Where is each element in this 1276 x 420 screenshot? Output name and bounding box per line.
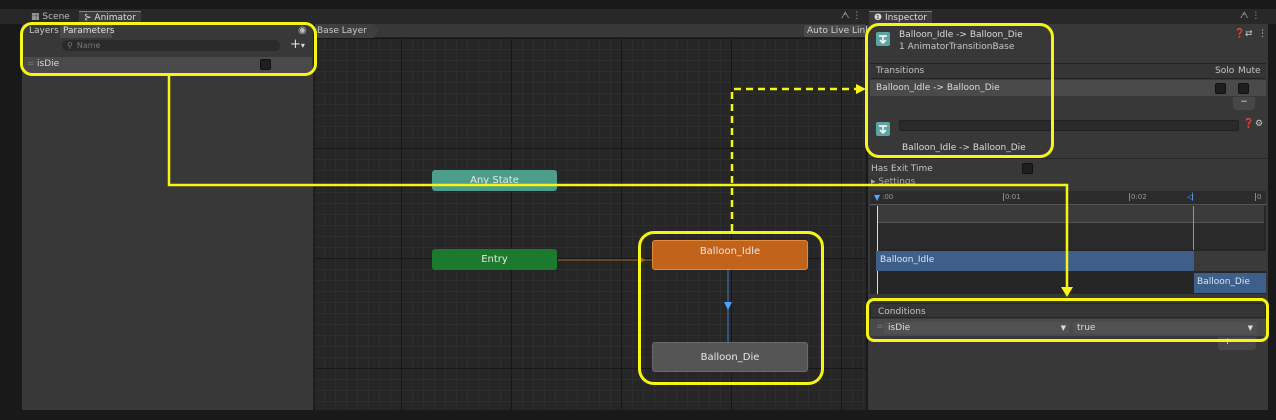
condition-add-remove: + − xyxy=(1218,337,1256,350)
mute-checkbox[interactable] xyxy=(1238,83,1249,94)
grid-icon: ▦ xyxy=(31,12,43,22)
balloon-die-clip-bar[interactable]: Balloon_Die xyxy=(1194,273,1266,293)
conditions-header: Conditions xyxy=(870,303,1266,318)
transition-sub-icon xyxy=(875,121,891,137)
balloon-idle-state[interactable]: Balloon_Idle xyxy=(652,240,808,270)
entry-node[interactable]: Entry xyxy=(432,249,557,270)
eye-icon[interactable]: ◉ xyxy=(298,25,307,36)
tab-inspector[interactable]: ❶ Inspector xyxy=(869,11,932,24)
tab-bar xyxy=(0,9,1276,24)
transition-end-marker-icon[interactable]: ◁▏ xyxy=(1187,193,1198,201)
entry-transition-arrow xyxy=(638,256,646,264)
tick-3: 0 xyxy=(1255,193,1262,201)
graph-header xyxy=(315,24,866,38)
tick-1: 0:01 xyxy=(1003,193,1021,201)
inspector-lock-icon[interactable]: ᗅ ⋮ xyxy=(1240,11,1260,21)
idle-clip-tail xyxy=(1194,251,1266,271)
mute-label: Mute xyxy=(1238,66,1261,76)
remove-transition-button[interactable]: − xyxy=(1233,97,1255,110)
tab-scene[interactable]: ▦ Scene xyxy=(26,11,75,24)
animator-left-panel xyxy=(22,24,314,410)
transition-icon xyxy=(875,31,891,47)
divider xyxy=(868,158,1268,159)
parameter-name[interactable]: isDie xyxy=(37,59,59,69)
solo-checkbox[interactable] xyxy=(1215,83,1226,94)
inspector-title: Balloon_Idle -> Balloon_Die xyxy=(899,30,1023,40)
dropdown-arrow-icon: ▼ xyxy=(1247,324,1253,332)
transition-name-field[interactable] xyxy=(899,120,1239,131)
has-exit-time-checkbox[interactable] xyxy=(1022,163,1033,174)
idle-to-die-transition-arrow xyxy=(724,302,732,310)
parameter-search-field[interactable]: ⚲ Name xyxy=(62,40,280,51)
add-condition-button[interactable]: + xyxy=(1224,337,1232,350)
timeline-ruler[interactable] xyxy=(870,191,1266,205)
remove-condition-button[interactable]: − xyxy=(1243,337,1251,350)
help-icon[interactable]: ❓ xyxy=(1234,29,1245,39)
animator-icon: ⊱ xyxy=(84,13,95,23)
dropdown-arrow-icon: ▼ xyxy=(1060,324,1066,332)
condition-parameter-dropdown[interactable]: isDie ▼ xyxy=(884,322,1070,334)
tab-animator[interactable]: ⊱ Animator xyxy=(79,11,141,24)
add-parameter-button[interactable]: +▾ xyxy=(290,37,305,52)
settings-gear-icon[interactable]: ⚙ xyxy=(1255,119,1263,129)
parameter-value-checkbox[interactable] xyxy=(260,59,271,70)
end-line xyxy=(1193,206,1194,250)
menu-icon[interactable]: ⋮ xyxy=(1258,29,1267,39)
parameters-tab[interactable]: Parameters xyxy=(60,25,115,38)
layers-tab[interactable]: Layers xyxy=(26,25,59,38)
transition-row-name: Balloon_Idle -> Balloon_Die xyxy=(876,83,1000,93)
drag-handle-icon[interactable]: = xyxy=(27,59,35,69)
playhead-marker-icon[interactable]: ▼ xyxy=(874,193,880,202)
condition-drag-handle-icon[interactable]: = xyxy=(876,322,884,332)
playhead-line xyxy=(877,206,878,294)
tick-2: 0:02 xyxy=(1129,193,1147,201)
transitions-label: Transitions xyxy=(876,66,925,76)
solo-label: Solo xyxy=(1215,66,1235,76)
transition-label: Balloon_Idle -> Balloon_Die xyxy=(902,143,1026,153)
timeline-curve-strip xyxy=(878,222,1264,249)
any-state-node[interactable]: Any State xyxy=(432,170,557,191)
auto-live-link-button[interactable]: Auto Live Link xyxy=(804,25,874,37)
preset-icon[interactable]: ⇄ xyxy=(1245,29,1253,39)
timeline-top-strip xyxy=(878,206,1264,222)
inspector-subtitle: 1 AnimatorTransitionBase xyxy=(899,42,1015,52)
search-icon: ⚲ xyxy=(67,41,73,50)
balloon-idle-clip-bar[interactable]: Balloon_Idle xyxy=(876,251,1194,271)
settings-foldout[interactable]: ▸ Settings xyxy=(871,177,915,187)
transitions-header xyxy=(870,63,1266,79)
has-exit-time-label: Has Exit Time xyxy=(871,164,933,174)
sub-help-icon[interactable]: ❓ xyxy=(1243,119,1254,129)
balloon-die-state[interactable]: Balloon_Die xyxy=(652,342,808,372)
breadcrumb[interactable]: Base Layer xyxy=(315,24,379,38)
animator-lock-icon[interactable]: ᗅ ⋮ xyxy=(841,11,861,21)
parameter-row[interactable]: = isDie xyxy=(24,57,312,73)
tick-0: :00 xyxy=(882,193,894,201)
transition-row[interactable]: Balloon_Idle -> Balloon_Die xyxy=(870,80,1266,96)
condition-value-dropdown[interactable]: true ▼ xyxy=(1073,322,1257,334)
info-icon: ❶ xyxy=(874,13,885,23)
